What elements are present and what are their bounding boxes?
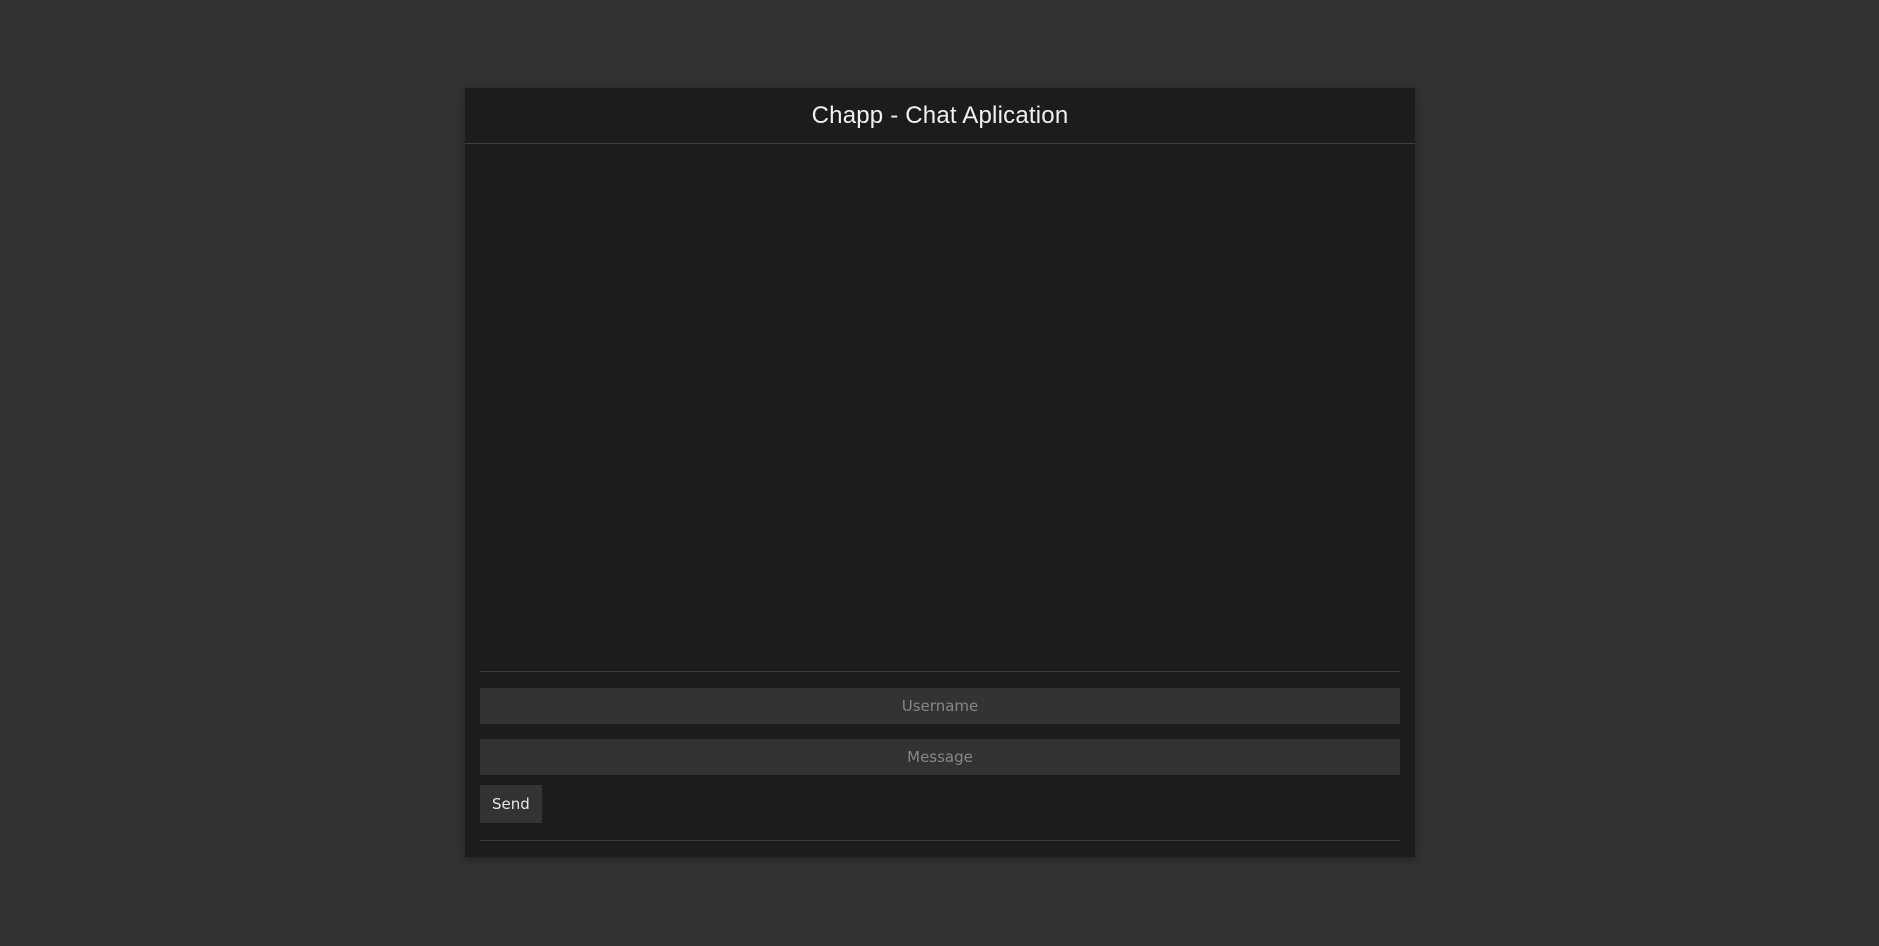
composer-divider — [480, 840, 1400, 841]
username-input[interactable] — [480, 688, 1400, 724]
message-input[interactable] — [480, 739, 1400, 775]
message-composer: Send — [480, 671, 1400, 841]
chat-header: Chapp - Chat Aplication — [465, 88, 1415, 144]
send-button[interactable]: Send — [480, 785, 542, 823]
chat-window: Chapp - Chat Aplication Send — [465, 88, 1415, 857]
page-title: Chapp - Chat Aplication — [811, 101, 1069, 129]
message-list[interactable] — [480, 145, 1400, 615]
